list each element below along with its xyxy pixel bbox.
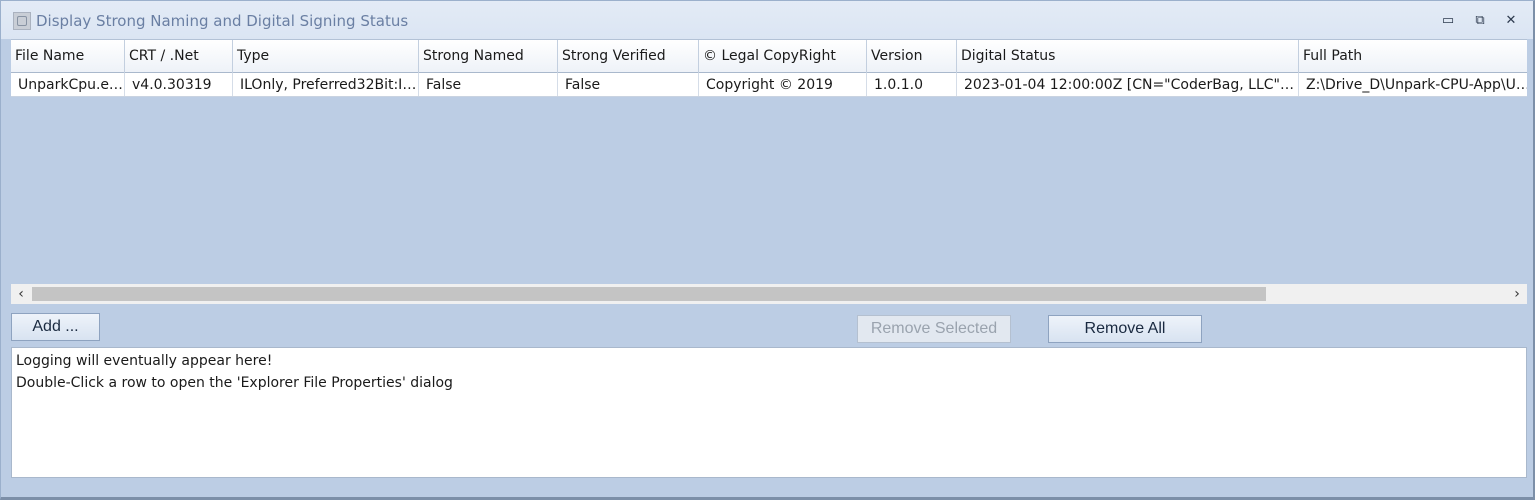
cell-digital-status: 2023-01-04 12:00:00Z [CN="CoderBag, LLC"…: [957, 73, 1299, 96]
cell-type: ILOnly, Preferred32Bit:I3...: [233, 73, 419, 96]
close-icon[interactable]: ✕: [1501, 12, 1521, 30]
remove-selected-button[interactable]: Remove Selected: [857, 315, 1011, 343]
log-panel[interactable]: Logging will eventually appear here! Dou…: [11, 347, 1527, 478]
column-header-strong-named[interactable]: Strong Named: [419, 40, 558, 73]
column-header-crt[interactable]: CRT / .Net: [125, 40, 233, 73]
column-header-strong-verified[interactable]: Strong Verified: [558, 40, 699, 73]
column-header-full-path[interactable]: Full Path: [1299, 40, 1527, 73]
remove-all-button[interactable]: Remove All: [1048, 315, 1202, 343]
add-button[interactable]: Add ...: [11, 313, 100, 341]
cell-strong-named: False: [419, 73, 558, 96]
app-icon: [13, 12, 31, 30]
cell-file-name: UnparkCpu.exe: [11, 73, 125, 96]
restore-icon[interactable]: ⧉: [1470, 12, 1490, 30]
horizontal-scrollbar[interactable]: ‹ ›: [11, 284, 1527, 304]
cell-full-path: Z:\Drive_D\Unpark-CPU-App\Unp: [1299, 73, 1527, 96]
title-bar[interactable]: Display Strong Naming and Digital Signin…: [1, 1, 1533, 39]
cell-copyright: Copyright © 2019: [699, 73, 867, 96]
scroll-right-icon[interactable]: ›: [1507, 284, 1527, 304]
add-button-label: Add ...: [32, 318, 79, 335]
log-line: Double-Click a row to open the 'Explorer…: [16, 375, 453, 391]
remove-all-label: Remove All: [1084, 320, 1166, 337]
table-row[interactable]: UnparkCpu.exe v4.0.30319 ILOnly, Preferr…: [11, 73, 1527, 97]
column-header-version[interactable]: Version: [867, 40, 957, 73]
window-title: Display Strong Naming and Digital Signin…: [36, 12, 409, 30]
remove-selected-label: Remove Selected: [870, 320, 998, 337]
scroll-left-icon[interactable]: ‹: [11, 284, 31, 304]
column-header-copyright[interactable]: © Legal CopyRight: [699, 40, 867, 73]
scrollbar-thumb[interactable]: [32, 287, 1266, 301]
column-header-type[interactable]: Type: [233, 40, 419, 73]
minimize-icon[interactable]: ▭: [1438, 12, 1458, 30]
main-window: Display Strong Naming and Digital Signin…: [0, 0, 1535, 500]
file-grid[interactable]: File Name CRT / .Net Type Strong Named S…: [11, 39, 1527, 301]
cell-version: 1.0.1.0: [867, 73, 957, 96]
log-line: Logging will eventually appear here!: [16, 353, 273, 369]
column-header-file-name[interactable]: File Name: [11, 40, 125, 73]
column-header-digital-status[interactable]: Digital Status: [957, 40, 1299, 73]
cell-crt: v4.0.30319: [125, 73, 233, 96]
grid-header: File Name CRT / .Net Type Strong Named S…: [11, 39, 1527, 73]
cell-strong-verified: False: [558, 73, 699, 96]
